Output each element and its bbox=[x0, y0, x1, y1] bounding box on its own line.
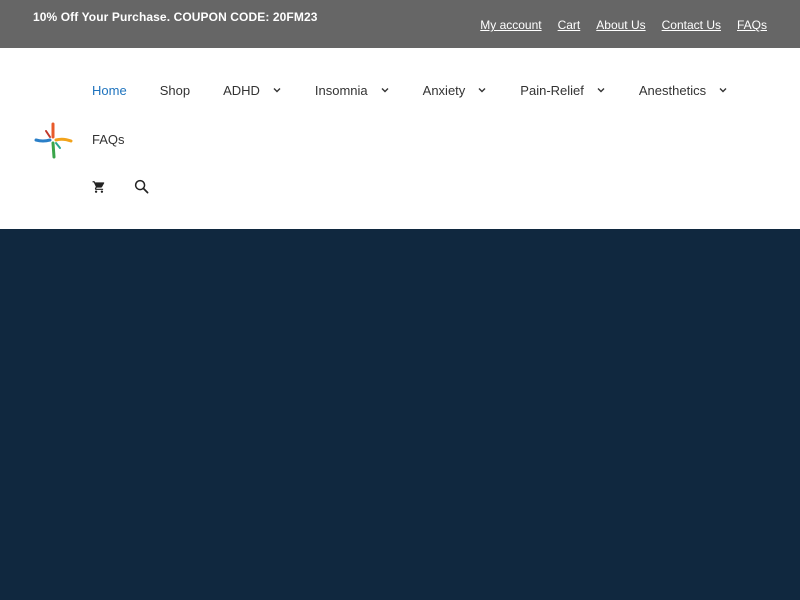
chevron-down-icon bbox=[272, 85, 282, 95]
nav-item-label: Insomnia bbox=[314, 82, 368, 98]
chevron-down-icon bbox=[380, 85, 390, 95]
nav-item-adhd[interactable]: ADHD bbox=[223, 83, 282, 98]
nav-item-label: Shop bbox=[159, 82, 191, 98]
top-bar: 10% Off Your Purchase. COUPON CODE: 20FM… bbox=[0, 0, 800, 48]
cart-link[interactable]: Cart bbox=[558, 18, 581, 32]
chevron-down-icon bbox=[718, 85, 728, 95]
contact-us-link[interactable]: Contact Us bbox=[662, 18, 721, 32]
faqs-top-link[interactable]: FAQs bbox=[737, 18, 767, 32]
hero-banner bbox=[0, 229, 800, 600]
nav-item-label: Home bbox=[92, 82, 127, 98]
site-header: Home Shop ADHD Insomnia Anxiety Pain-Rel… bbox=[0, 48, 800, 229]
nav-item-faqs[interactable]: FAQs bbox=[92, 132, 125, 147]
nav-item-label: Anesthetics bbox=[638, 82, 707, 98]
nav-item-label: Pain-Relief bbox=[520, 82, 584, 98]
chevron-down-icon bbox=[596, 85, 606, 95]
nav-item-pain-relief[interactable]: Pain-Relief bbox=[520, 83, 606, 98]
search-icon[interactable] bbox=[134, 179, 150, 195]
nav-item-label: ADHD bbox=[223, 82, 260, 98]
logo-icon[interactable] bbox=[33, 120, 73, 160]
cart-icon[interactable] bbox=[92, 179, 108, 195]
nav-item-anesthetics[interactable]: Anesthetics bbox=[639, 83, 728, 98]
my-account-link[interactable]: My account bbox=[480, 18, 541, 32]
header-icons bbox=[92, 179, 150, 195]
nav-item-shop[interactable]: Shop bbox=[160, 83, 190, 98]
nav-item-insomnia[interactable]: Insomnia bbox=[315, 83, 390, 98]
nav-item-label: Anxiety bbox=[422, 82, 466, 98]
nav-item-home[interactable]: Home bbox=[92, 83, 127, 98]
main-nav: Home Shop ADHD Insomnia Anxiety Pain-Rel… bbox=[92, 80, 761, 100]
nav-item-anxiety[interactable]: Anxiety bbox=[423, 83, 488, 98]
top-links: My account Cart About Us Contact Us FAQs bbox=[480, 18, 767, 32]
chevron-down-icon bbox=[477, 85, 487, 95]
about-us-link[interactable]: About Us bbox=[596, 18, 645, 32]
promo-text: 10% Off Your Purchase. COUPON CODE: 20FM… bbox=[33, 10, 318, 24]
